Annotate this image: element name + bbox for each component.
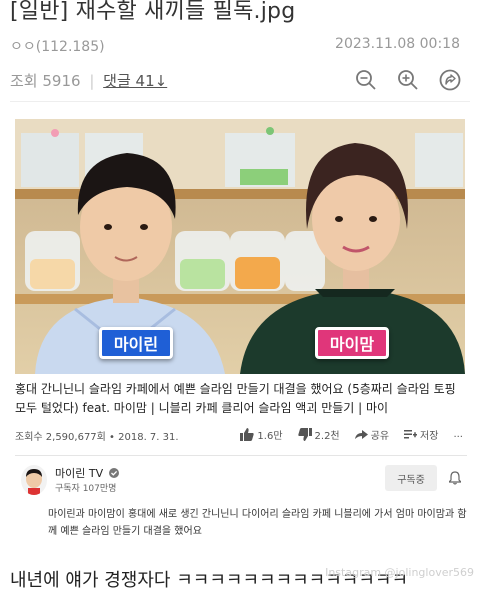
share-video-button[interactable]: 공유 — [354, 427, 390, 442]
channel-name-label: 마이린 TV — [55, 467, 104, 480]
post-date: 2023.11.08 00:18 — [335, 36, 460, 52]
subscriber-count: 구독자 107만명 — [55, 484, 117, 494]
save-label: 저장 — [420, 431, 439, 442]
thumbs-up-icon — [240, 428, 255, 441]
video-thumbnail[interactable]: 마이린 마이맘 — [15, 119, 465, 374]
playlist-add-icon — [404, 430, 418, 439]
share-icon[interactable] — [438, 68, 462, 92]
tag-left-label: 마이린 — [113, 335, 159, 354]
dislike-count: 2.2천 — [314, 431, 340, 442]
dislike-button[interactable]: 2.2천 — [297, 427, 340, 442]
thumbs-down-icon — [297, 428, 312, 441]
embedded-screenshot: 마이린 마이맘 홍대 간니닌니 슬라임 카페에서 예쁜 슬라임 만들기 대결을 … — [10, 114, 472, 560]
channel-name[interactable]: 마이린 TV — [55, 465, 119, 481]
channel-avatar[interactable] — [21, 465, 47, 495]
video-caption: 홍대 간니닌니 슬라임 카페에서 예쁜 슬라임 만들기 대결을 했어요 (5층짜… — [15, 382, 456, 415]
video-stats: 조회수 2,590,677회 • 2018. 7. 31. 1.6만 2.2천 … — [15, 428, 467, 446]
tag-left: 마이린 — [99, 327, 173, 359]
video-views-date: 조회수 2,590,677회 • 2018. 7. 31. — [15, 432, 179, 443]
bell-icon[interactable] — [447, 470, 463, 489]
share-label: 공유 — [370, 431, 390, 442]
save-video-button[interactable]: 저장 — [404, 427, 438, 442]
view-count: 조회 5916 — [10, 72, 81, 90]
share-arrow-icon — [354, 430, 368, 439]
channel-divider — [15, 455, 467, 456]
subscribed-button[interactable]: 구독중 — [385, 465, 437, 491]
tag-right: 마이맘 — [315, 327, 389, 359]
video-scene — [15, 119, 465, 374]
header-divider — [10, 101, 470, 102]
post-stats: 조회 5916 | 댓글 41↓ — [10, 68, 470, 94]
video-actions: 1.6만 2.2천 공유 저장 ... — [240, 427, 463, 442]
post-author[interactable]: ㅇㅇ(112.185) — [10, 36, 105, 56]
video-description: 마이린과 마이맘이 홍대에 새로 생긴 간니닌니 다이어리 슬라임 카페 니블리… — [48, 509, 467, 537]
like-count: 1.6만 — [257, 431, 283, 442]
channel-row: 마이린 TV 구독자 107만명 구독중 — [15, 463, 467, 503]
like-button[interactable]: 1.6만 — [240, 427, 283, 442]
post-title: [일반] 재수할 새끼들 필독.jpg — [10, 0, 296, 24]
zoom-in-icon[interactable] — [396, 68, 420, 92]
verified-icon — [108, 468, 119, 478]
zoom-out-icon[interactable] — [354, 68, 378, 92]
watermark: Instagram @jolinglover569 — [325, 566, 474, 579]
more-button[interactable]: ... — [453, 429, 463, 440]
comment-count-link[interactable]: 댓글 41↓ — [103, 72, 167, 90]
post-toolbar — [354, 68, 462, 92]
stats-separator: | — [89, 72, 95, 90]
post-meta: ㅇㅇ(112.185) 2023.11.08 00:18 — [10, 36, 470, 56]
tag-right-label: 마이맘 — [329, 335, 375, 354]
